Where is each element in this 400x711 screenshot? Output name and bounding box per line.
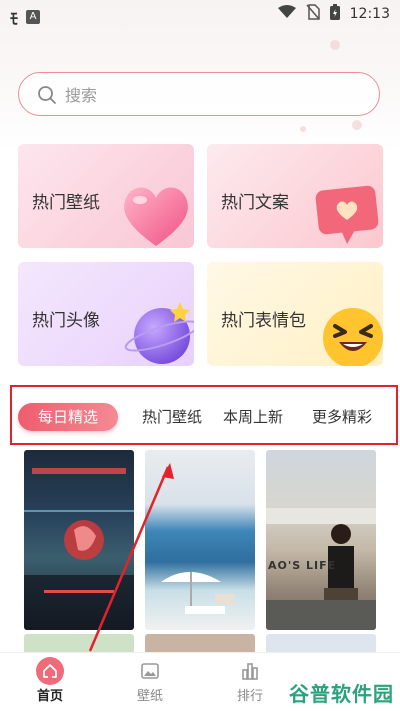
blossom-decoration — [330, 40, 340, 50]
street-portrait-photo — [266, 508, 376, 630]
tab-new-this-week[interactable]: 本周上新 — [223, 403, 283, 431]
tile-caption: AO'S LIFE — [268, 559, 337, 572]
planet-icon — [124, 302, 194, 364]
category-label: 热门壁纸 — [32, 193, 100, 213]
wifi-icon — [277, 5, 296, 23]
feed-tabs: 每日精选 热门壁纸 本周上新 更多精彩 — [10, 385, 398, 445]
heart-chat-icon — [315, 185, 379, 244]
category-label: 热门表情包 — [221, 311, 306, 331]
emoji-face-icon — [323, 308, 383, 366]
tab-daily-picks[interactable]: 每日精选 — [18, 403, 118, 431]
category-card-quotes[interactable]: 热门文案 — [207, 144, 383, 248]
app-notification-icon: ﾓ — [10, 9, 19, 28]
search-icon — [37, 85, 57, 109]
heart-icon — [124, 187, 188, 246]
nav-wallpapers[interactable]: 壁纸 — [110, 653, 190, 711]
nav-ranking[interactable]: 排行 — [210, 653, 290, 711]
battery-icon — [329, 4, 340, 24]
home-icon — [36, 657, 64, 685]
tab-hot-wallpapers[interactable]: 热门壁纸 — [142, 403, 202, 431]
watermark-text: 谷普软件园 — [289, 682, 394, 706]
status-bar: ﾓ A 12:13 — [0, 0, 400, 28]
no-sim-icon — [306, 4, 320, 24]
image-icon — [136, 657, 164, 685]
category-label: 热门文案 — [221, 193, 289, 213]
category-card-emojis[interactable]: 热门表情包 — [207, 262, 383, 366]
category-card-avatars[interactable]: 热门头像 — [18, 262, 194, 366]
nav-home[interactable]: 首页 — [10, 653, 90, 711]
tab-more[interactable]: 更多精彩 — [312, 403, 372, 431]
wallpaper-thumbnail[interactable]: AO'S LIFE — [266, 450, 376, 630]
clock: 12:13 — [349, 6, 390, 22]
ranking-icon — [236, 657, 264, 685]
search-input[interactable] — [63, 83, 367, 107]
blossom-decoration — [300, 126, 306, 132]
search-bar[interactable] — [18, 72, 380, 116]
nav-label: 排行 — [236, 689, 263, 704]
a-badge-icon: A — [26, 10, 41, 24]
nav-label: 壁纸 — [136, 689, 163, 704]
blossom-decoration — [352, 120, 362, 130]
nav-label: 首页 — [36, 689, 63, 704]
category-card-wallpapers[interactable]: 热门壁纸 — [18, 144, 194, 248]
annotation-arrow — [88, 463, 174, 652]
category-label: 热门头像 — [32, 311, 100, 331]
wallpaper-thumbnail[interactable] — [266, 634, 376, 654]
